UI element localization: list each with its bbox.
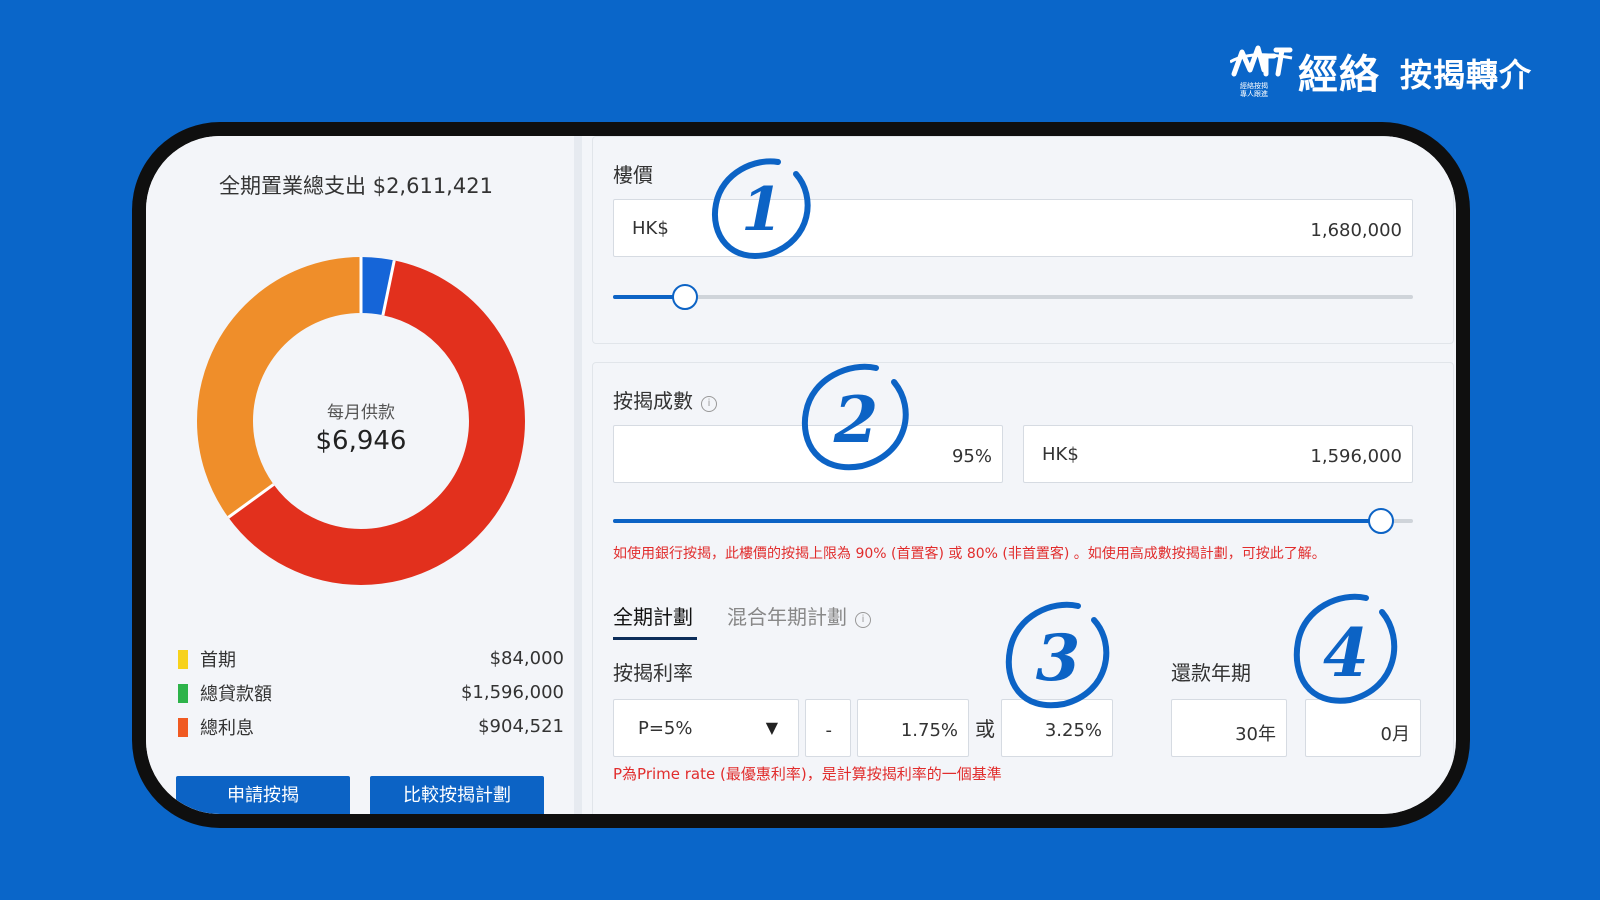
tab-full-term-plan[interactable]: 全期計劃 (613, 601, 693, 630)
tab-mixed-term-plan[interactable]: 混合年期計劃 i (727, 601, 871, 630)
apply-mortgage-button[interactable]: 申請按揭 (176, 776, 350, 814)
compare-plans-button[interactable]: 比較按揭計劃 (370, 776, 544, 814)
legend-swatch (178, 650, 188, 669)
annotation-2: 2 (798, 358, 918, 476)
monthly-payment-label: 每月供款 (327, 403, 395, 423)
mortgage-amount-value: 1,596,000 (1310, 446, 1402, 467)
term-months-value: 0月 (1380, 724, 1410, 745)
legend-row-loan: 總貸款額 $1,596,000 (178, 676, 564, 710)
brand-logo: 經絡按揭 專人跟進 經絡 按揭轉介 (1230, 40, 1560, 102)
prime-rate-select[interactable]: P=5% ▼ (613, 699, 799, 757)
rate-spread-input[interactable]: 1.75% (857, 699, 969, 757)
legend-value: $904,521 (478, 716, 564, 737)
brand-tagline: 按揭轉介 (1400, 56, 1533, 94)
operator-box: - (805, 699, 851, 757)
brand-mark-icon: 經絡按揭 專人跟進 (1230, 40, 1294, 102)
minus-sign: - (825, 720, 833, 741)
prime-rate-note: P為Prime rate (最優惠利率)，是計算按揭利率的一個基準 (613, 765, 1002, 783)
legend-row-interest: 總利息 $904,521 (178, 710, 564, 744)
annotation-3: 3 (1002, 596, 1118, 714)
brand-sub-line2: 專人跟進 (1240, 90, 1268, 98)
legend-value: $84,000 (489, 648, 564, 669)
mortgage-percent-value: 95% (951, 446, 992, 467)
mortgage-ratio-label: 按揭成數 i (613, 385, 717, 414)
annotation-1-number: 1 (741, 175, 783, 245)
prime-rate-value: P=5% (638, 718, 693, 739)
property-price-slider-thumb[interactable] (672, 284, 698, 310)
legend-swatch (178, 718, 188, 737)
mortgage-limit-warning[interactable]: 如使用銀行按揭，此樓價的按揭上限為 90% (首置客) 或 80% (非首置客)… (613, 543, 1413, 565)
legend-row-down-payment: 首期 $84,000 (178, 642, 564, 676)
term-years-value: 30年 (1235, 724, 1276, 745)
capped-rate-value: 3.25% (1044, 720, 1102, 741)
property-price-slider-track[interactable] (613, 295, 1413, 299)
property-price-value: 1,680,000 (1310, 220, 1402, 241)
info-icon[interactable]: i (701, 396, 717, 412)
legend: 首期 $84,000 總貸款額 $1,596,000 總利息 $904,521 (178, 642, 564, 744)
monthly-payment-value: $6,946 (315, 426, 407, 456)
mortgage-ratio-slider-thumb[interactable] (1368, 508, 1394, 534)
annotation-2-number: 2 (833, 383, 879, 458)
term-years-input[interactable]: 30年 (1171, 699, 1287, 757)
property-price-label: 樓價 (613, 163, 653, 187)
tab-mixed-term-label: 混合年期計劃 (727, 605, 847, 629)
mortgage-ratio-slider-fill (613, 519, 1381, 523)
rate-spread-value: 1.75% (900, 720, 958, 741)
or-label: 或 (975, 717, 995, 741)
annotation-4: 4 (1290, 588, 1406, 710)
annotation-4-number: 4 (1323, 614, 1369, 692)
annotation-3-number: 3 (1036, 621, 1081, 696)
active-tab-indicator (613, 637, 697, 640)
total-expense-text: 全期置業總支出 $2,611,421 (219, 174, 493, 198)
legend-label: 首期 (200, 650, 236, 671)
summary-panel: 全期置業總支出 $2,611,421 每月供款 $6,946 首期 $84,00… (146, 136, 566, 814)
currency-prefix: HK$ (632, 218, 669, 239)
mortgage-amount-input[interactable]: HK$ 1,596,000 (1023, 425, 1413, 483)
repayment-term-label: 還款年期 (1171, 661, 1251, 685)
annotation-1: 1 (708, 154, 820, 262)
legend-swatch (178, 684, 188, 703)
brand-name: 經絡 (1298, 52, 1380, 98)
legend-value: $1,596,000 (460, 682, 564, 703)
mortgage-ratio-text: 按揭成數 (613, 389, 693, 413)
panel-divider (574, 136, 582, 814)
legend-label: 總貸款額 (200, 684, 272, 705)
dropdown-arrow-icon: ▼ (765, 718, 778, 737)
brand-sub-line1: 經絡按揭 (1240, 82, 1268, 90)
legend-label: 總利息 (200, 718, 254, 739)
currency-prefix: HK$ (1042, 444, 1079, 465)
interest-rate-label: 按揭利率 (613, 661, 693, 685)
info-icon[interactable]: i (855, 612, 871, 628)
